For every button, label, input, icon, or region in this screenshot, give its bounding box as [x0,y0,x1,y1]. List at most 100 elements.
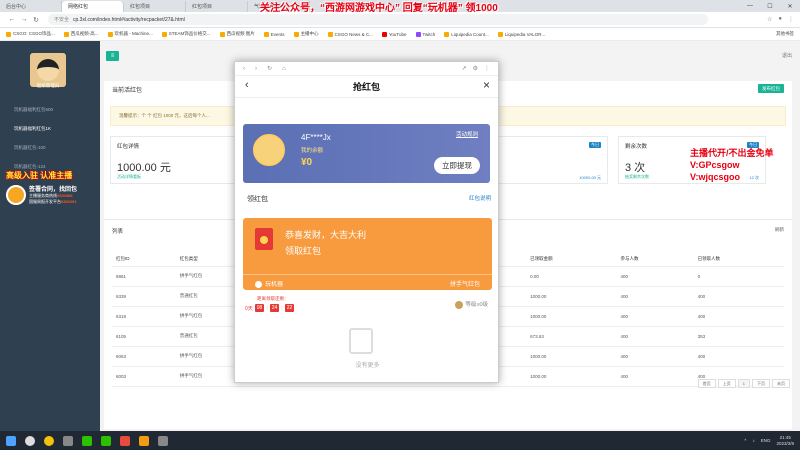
table-cell: 1000.00 [526,306,617,327]
grab-label: 领红包 [247,196,268,203]
app-icon[interactable] [120,435,130,446]
bookmark[interactable]: STEAM饰品价格交... [161,31,211,37]
bookmark[interactable]: 主播中心 [293,31,319,37]
bookmark[interactable]: 西瓜视频 图片 [219,31,255,37]
bookmark[interactable]: Events [263,31,285,37]
star-icon[interactable]: ☆ [767,16,772,23]
volume-icon[interactable]: ♪ [752,438,754,443]
bookmarks-bar: CSGO: CSGO饰品... 西瓜视频-高... 玩机器 - Machine.… [0,28,800,41]
popup-forward-icon[interactable]: › [255,66,257,72]
page-last[interactable]: 末页 [772,379,790,388]
security-label: 不安全 [54,17,70,23]
sidebar-item[interactable]: 玩机器红包-100 [14,145,46,151]
table-header: 已领取人数 [693,252,784,267]
stat-sub: 活动详情看板 [117,174,141,179]
back-icon[interactable]: ← [6,16,18,23]
search-icon[interactable] [25,435,35,446]
bookmark[interactable]: Liquipedia VALOR... [497,31,545,37]
sidebar-item-active[interactable]: 玩机器福利红包1K [14,126,51,132]
address-bar: ← → ↻ 不安全 cp.3xl.com/index.html#/activit… [0,12,800,28]
redpacket-kind: 拼手气红包 [449,282,480,288]
redpacket-info-link[interactable]: 红包说明 [469,194,491,202]
language-indicator[interactable]: ENG [761,438,771,443]
refresh-button[interactable]: 刷新 [775,227,784,233]
withdraw-button[interactable]: 立即提现 [434,157,480,174]
promo-value: 0533386 [57,193,73,198]
table-cell: 1000.00 [526,286,617,307]
close-icon[interactable]: × [483,78,490,92]
popup-home-icon[interactable]: ⌂ [282,66,286,72]
level-icon [455,300,464,309]
maximize-icon[interactable]: ☐ [760,3,780,10]
stream-note-overlay: 主播代开/不出金免单 V:GPcsgow V:wjqcsgoo [690,147,774,183]
table-cell: 1000.00 [526,346,617,367]
page-next[interactable]: 下页 [752,379,770,388]
bookmark-icon [219,31,225,37]
redpacket-coin [260,236,268,244]
sidebar-item[interactable]: 玩机器福利红包500 [14,107,53,113]
more-icon[interactable]: ⋮ [484,65,490,72]
app-icon[interactable] [139,435,149,446]
avatar[interactable] [30,53,66,87]
share-icon[interactable]: ↗ [462,65,467,72]
popup-reload-icon[interactable]: ↻ [267,65,272,72]
popup-back-icon[interactable]: ‹ [243,66,245,72]
page-title: 当前活红包 [112,88,143,94]
bookmark[interactable]: CSGO: CSGO饰品... [6,31,55,37]
stat-value: 1000.00 元 [117,162,171,174]
redpacket-card[interactable]: 恭喜发财，大吉大利 领取红包 玩机器 拼手气红包 [243,218,492,290]
publish-button[interactable]: 发布红包 [758,84,784,93]
browser-tab[interactable]: 后台中心 [0,1,62,12]
menu-toggle-button[interactable]: ≡ [106,51,119,61]
chrome-icon[interactable] [44,435,54,446]
redpacket-footer: 玩机器 拼手气红包 [243,274,492,290]
other-bookmarks[interactable]: 其他书签 [776,31,794,37]
bookmark[interactable]: YouTube [381,31,407,37]
forward-icon[interactable]: → [18,16,30,23]
wechat-icon[interactable] [82,435,92,446]
page-current[interactable]: 1 [737,379,750,388]
settings-icon[interactable]: ⚙ [473,65,478,72]
windows-taskbar: ^ ♪ ENG 21:45 2023/3/8 [0,431,800,450]
chevron-up-icon[interactable]: ^ [744,438,746,443]
page-prev[interactable]: 上页 [717,379,736,388]
countdown-seconds: 22 [284,304,295,312]
rules-link[interactable]: 活动规则 [456,130,478,138]
close-icon[interactable]: ✕ [780,3,800,10]
start-icon[interactable] [6,435,16,446]
back-icon[interactable]: ‹ [245,79,249,91]
bookmark[interactable]: 玩机器 - Machine... [107,31,153,37]
promo-headline: 高级入驻 认准主播 [6,171,73,180]
balance-amount: ¥0 [301,157,313,168]
minimize-icon[interactable]: — [740,3,760,9]
browser-tab-active[interactable]: 网络红包 [62,1,124,12]
table-cell: 400 [616,346,694,367]
stat-value: 3 次 [625,162,646,174]
wechat-icon[interactable] [101,435,111,446]
bookmark[interactable]: Twitch [415,31,435,37]
bookmark-icon [263,31,269,37]
logout-link[interactable]: 退出 [782,52,792,59]
app-icon[interactable] [63,435,73,446]
browser-tab[interactable]: 红包项目 [124,1,186,12]
popup-header: ‹ 抢红包 × [235,76,498,98]
browser-tab[interactable]: 红包项目 [186,1,248,12]
profile-icon[interactable]: ● [778,16,782,23]
reload-icon[interactable]: ↻ [30,16,42,24]
countdown-minutes: 24 [269,304,280,312]
url-input[interactable]: 不安全 cp.3xl.com/index.html#/activity/recp… [48,14,708,25]
empty-list-icon [349,328,373,354]
table-cell: 0.00 [526,266,617,287]
menu-icon[interactable]: ⋮ [788,16,794,23]
page-first[interactable]: 首页 [697,379,716,388]
clock[interactable]: 21:45 2023/3/8 [776,435,794,447]
youtube-icon [381,31,387,37]
bookmark[interactable]: CSGO News & C... [327,31,373,37]
bookmark[interactable]: 西瓜视频-高... [63,31,99,37]
redpacket-popup: ‹ › ↻ ⌂ ↗ ⚙ ⋮ ‹ 抢红包 × 4F****Jx 我的余额 ¥0 活… [234,61,499,383]
promo-value: 9360261 [61,199,77,204]
stream-note-line: 主播代开/不出金免单 [690,148,774,158]
pagination: 首页 上页 1 下页 末页 [697,379,790,388]
app-icon[interactable] [158,435,168,446]
bookmark[interactable]: Liquipedia Count... [444,31,489,37]
